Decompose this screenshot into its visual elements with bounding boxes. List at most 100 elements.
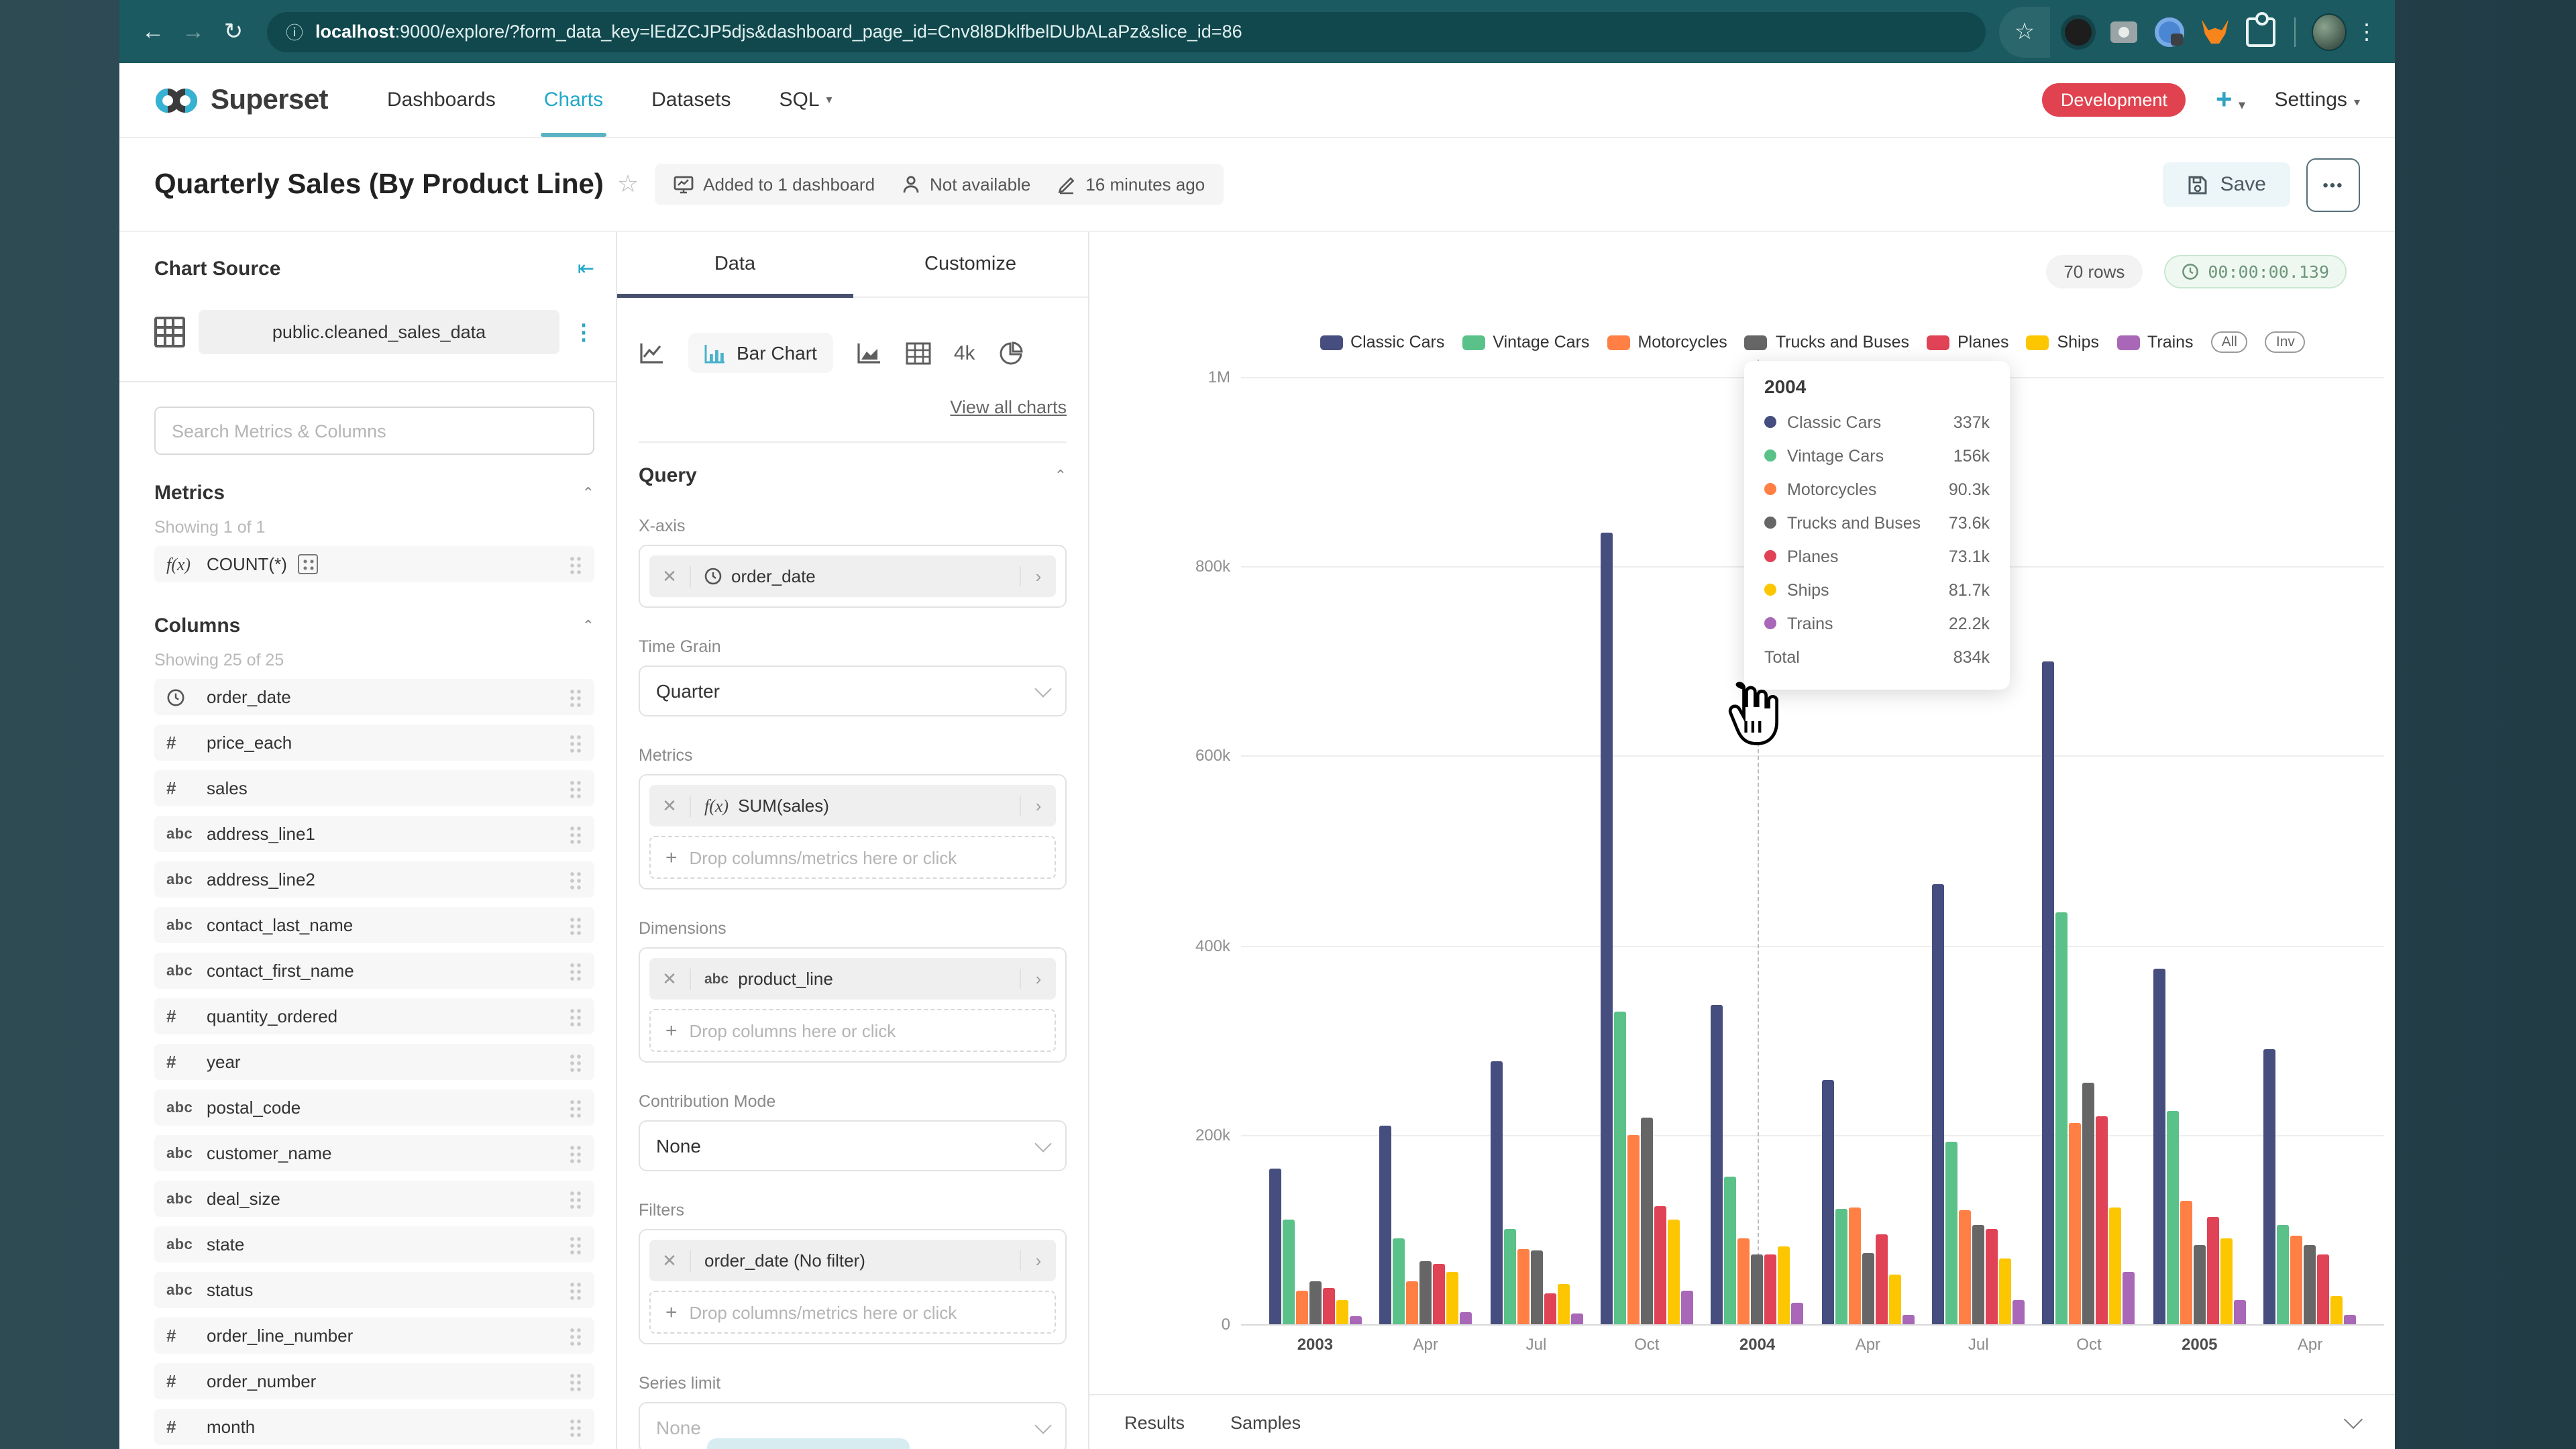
bar-trucks-and-buses-2003-Q3[interactable] [1530,1250,1542,1324]
dataset-options-icon[interactable]: ⋮ [573,319,594,345]
bar-vintage-cars-2005-Q1[interactable] [2167,1111,2179,1324]
chevron-right-icon[interactable]: › [1020,969,1056,989]
table-icon[interactable] [906,341,931,364]
xaxis-value-pill[interactable]: ✕ order_date › [649,555,1056,597]
bar-trains-2004-Q4[interactable] [2123,1272,2135,1324]
column-item-sales[interactable]: #sales [154,770,594,806]
chevron-right-icon[interactable]: › [1020,566,1056,586]
drag-handle-icon[interactable] [569,1417,582,1436]
nav-item-sql[interactable]: SQL▾ [755,63,857,137]
bar-planes-2003-Q2[interactable] [1433,1264,1445,1324]
bar-classic-cars-2003-Q2[interactable] [1379,1125,1391,1324]
tab-samples[interactable]: Samples [1230,1412,1301,1432]
bar-motorcycles-2004-Q1[interactable] [1738,1238,1750,1324]
chevron-up-icon[interactable]: ⌃ [582,484,594,502]
remove-icon[interactable]: ✕ [649,566,691,587]
dashboards-meta[interactable]: Added to 1 dashboard [674,174,875,195]
bar-motorcycles-2003-Q1[interactable] [1295,1291,1307,1324]
bar-chart-type-chip[interactable]: Bar Chart [688,333,833,373]
filters-dropzone[interactable]: +Drop columns/metrics here or click [649,1291,1056,1334]
bar-vintage-cars-2003-Q1[interactable] [1282,1220,1294,1324]
bar-planes-2005-Q2[interactable] [2318,1255,2330,1324]
metric-item[interactable]: f(x) COUNT(*) [154,546,594,582]
bar-trains-2005-Q1[interactable] [2234,1301,2246,1324]
bar-planes-2003-Q4[interactable] [1654,1206,1666,1325]
bar-ships-2003-Q2[interactable] [1446,1272,1458,1324]
drag-handle-icon[interactable] [569,733,582,752]
bar-motorcycles-2003-Q4[interactable] [1627,1135,1640,1324]
area-chart-icon[interactable] [856,341,883,365]
column-item-contact_first_name[interactable]: abccontact_first_name [154,953,594,989]
extension-password-icon[interactable] [2152,14,2187,49]
bar-ships-2004-Q4[interactable] [2110,1208,2122,1324]
bar-classic-cars-2003-Q3[interactable] [1490,1061,1502,1324]
drag-handle-icon[interactable] [569,916,582,934]
nav-item-dashboards[interactable]: Dashboards [363,63,520,137]
bar-classic-cars-2003-Q4[interactable] [1601,533,1613,1324]
bar-trains-2004-Q1[interactable] [1792,1303,1804,1324]
extensions-puzzle-icon[interactable] [2243,14,2278,49]
bar-planes-2003-Q1[interactable] [1322,1288,1334,1324]
bar-vintage-cars-2003-Q2[interactable] [1393,1239,1405,1324]
bar-motorcycles-2005-Q1[interactable] [2180,1201,2192,1324]
extension-camera-icon[interactable] [2106,14,2141,49]
bar-classic-cars-2003-Q1[interactable] [1269,1168,1281,1324]
browser-menu-icon[interactable]: ⋮ [2352,18,2381,45]
bar-trains-2005-Q2[interactable] [2345,1315,2357,1324]
bar-planes-2004-Q1[interactable] [1765,1255,1777,1324]
chevron-up-icon[interactable]: ⌃ [582,617,594,635]
create-chart-button-edge[interactable] [707,1438,910,1449]
drag-handle-icon[interactable] [569,824,582,843]
bar-trains-2004-Q3[interactable] [2012,1301,2025,1324]
bar-trucks-and-buses-2003-Q2[interactable] [1419,1260,1432,1324]
column-item-order_number[interactable]: #order_number [154,1363,594,1399]
chevron-down-icon[interactable] [2344,1409,2363,1428]
bar-planes-2005-Q1[interactable] [2207,1217,2219,1324]
column-item-address_line2[interactable]: abcaddress_line2 [154,861,594,898]
column-item-month[interactable]: #month [154,1409,594,1445]
bar-ships-2003-Q4[interactable] [1668,1220,1680,1324]
metric-value-pill[interactable]: ✕ f(x)SUM(sales) › [649,785,1056,826]
nav-item-charts[interactable]: Charts [520,63,627,137]
drag-handle-icon[interactable] [569,555,582,574]
bar-motorcycles-2004-Q3[interactable] [1959,1211,1971,1324]
bar-trains-2003-Q4[interactable] [1681,1291,1693,1324]
pie-chart-icon[interactable] [998,340,1024,366]
bar-classic-cars-2005-Q1[interactable] [2153,969,2165,1325]
drag-handle-icon[interactable] [569,1098,582,1117]
bar-vintage-cars-2004-Q4[interactable] [2056,912,2068,1324]
time-grain-select[interactable]: Quarter [639,665,1067,716]
bar-ships-2003-Q1[interactable] [1336,1301,1348,1324]
dimension-value-pill[interactable]: ✕ abcproduct_line › [649,958,1056,1000]
column-item-address_line1[interactable]: abcaddress_line1 [154,816,594,852]
site-info-icon[interactable]: ⓘ [286,19,303,44]
column-item-quantity_ordered[interactable]: #quantity_ordered [154,998,594,1034]
more-actions-button[interactable]: ••• [2306,158,2360,211]
column-item-deal_size[interactable]: abcdeal_size [154,1181,594,1217]
bar-trucks-and-buses-2005-Q1[interactable] [2194,1246,2206,1324]
remove-icon[interactable]: ✕ [649,968,691,989]
bar-vintage-cars-2005-Q2[interactable] [2277,1225,2290,1324]
last-modified-meta[interactable]: 16 minutes ago [1057,174,1205,195]
drag-handle-icon[interactable] [569,688,582,706]
bar-motorcycles-2004-Q2[interactable] [1848,1208,1860,1324]
new-item-button[interactable]: +▾ [2216,84,2245,116]
extension-metamask-icon[interactable] [2198,14,2233,49]
bar-ships-2005-Q2[interactable] [2331,1296,2343,1324]
bar-trucks-and-buses-2005-Q2[interactable] [2304,1246,2316,1324]
bar-classic-cars-2004-Q3[interactable] [1932,883,1944,1324]
drag-handle-icon[interactable] [569,1281,582,1299]
chevron-right-icon[interactable]: › [1020,1250,1056,1271]
drag-handle-icon[interactable] [569,1189,582,1208]
tab-customize[interactable]: Customize [853,232,1088,297]
favorite-star-icon[interactable]: ☆ [617,170,639,199]
bar-motorcycles-2003-Q3[interactable] [1517,1248,1529,1324]
nav-item-datasets[interactable]: Datasets [627,63,755,137]
bar-vintage-cars-2003-Q3[interactable] [1503,1230,1515,1324]
reload-icon[interactable]: ↻ [213,18,254,45]
column-item-contact_last_name[interactable]: abccontact_last_name [154,907,594,943]
contribution-select[interactable]: None [639,1120,1067,1171]
column-item-postal_code[interactable]: abcpostal_code [154,1089,594,1126]
column-item-order_date[interactable]: order_date [154,679,594,715]
drag-handle-icon[interactable] [569,1007,582,1026]
